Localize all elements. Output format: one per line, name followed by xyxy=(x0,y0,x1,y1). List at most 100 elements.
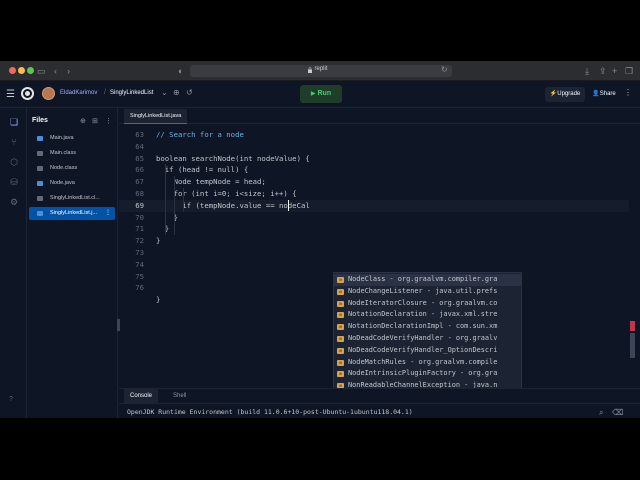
file-name: Node.class xyxy=(50,165,78,171)
share-button[interactable]: 👤Share xyxy=(589,87,619,102)
panel-resize-handle[interactable] xyxy=(117,319,120,331)
code-line[interactable]: 67 Node tempNode = head; xyxy=(119,176,629,188)
more-icon[interactable]: ⋮ xyxy=(105,117,112,125)
more-icon[interactable]: ⋮ xyxy=(624,88,632,97)
file-name: SinglyLinkedList.j... xyxy=(50,210,98,216)
packages-icon[interactable]: ⬡ xyxy=(9,157,19,167)
console-panel[interactable]: OpenJDK Runtime Environment (build 11.0.… xyxy=(119,404,640,418)
autocomplete-item[interactable]: ⚙ NoDeadCodeVerifyHandler - org.graalv xyxy=(334,333,521,345)
autocomplete-item[interactable]: ⚙ NodeIteratorClosure - org.graalvm.co xyxy=(334,298,521,310)
files-icon[interactable]: ❏ xyxy=(9,117,19,127)
code-text: } xyxy=(156,224,170,234)
code-line[interactable]: 70 } xyxy=(119,212,629,224)
autocomplete-item[interactable]: ⚙ NotationDeclarationImpl - com.sun.xm xyxy=(334,321,521,333)
code-line[interactable]: 66 if (head != null) { xyxy=(119,164,629,176)
share-browser-icon[interactable]: ⇪ xyxy=(599,64,607,78)
code-line[interactable]: 69 if (tempNode.value == nodeCal xyxy=(119,199,629,212)
class-icon: ⚙ xyxy=(337,371,344,378)
clear-console-icon[interactable]: ⌫ xyxy=(612,408,623,417)
file-item[interactable]: SinglyLinkedList.cl... xyxy=(29,192,115,205)
reload-icon[interactable]: ↻ xyxy=(441,63,448,77)
lock-icon[interactable]: ⊕ xyxy=(173,88,180,97)
file-more-icon[interactable]: ⋮ xyxy=(105,207,111,220)
code-line[interactable]: 63 // Search for a node xyxy=(119,129,629,141)
file-item[interactable]: Main.java xyxy=(29,132,115,145)
code-line[interactable]: 71 } xyxy=(119,223,629,235)
files-panel: Files ⊕ ⊞ ⋮ Main.java Main.class Node.clas… xyxy=(27,108,118,418)
code-text: // Search for a node xyxy=(156,130,244,139)
code-line[interactable]: 74 xyxy=(119,259,629,271)
code-line[interactable]: 65 boolean searchNode(int nodeValue) { xyxy=(119,153,629,165)
run-button[interactable]: ▶ Run xyxy=(300,85,342,103)
new-folder-icon[interactable]: ⊞ xyxy=(92,117,98,125)
chevron-down-icon[interactable]: ⌄ xyxy=(161,88,168,97)
file-item[interactable]: Node.class xyxy=(29,162,115,175)
line-number: 71 xyxy=(135,224,144,234)
replit-logo[interactable] xyxy=(21,87,34,100)
back-icon[interactable]: ‹ xyxy=(54,64,57,78)
code-line[interactable]: 73 xyxy=(119,247,629,259)
minimize-window-button[interactable] xyxy=(18,67,25,74)
autocomplete-item[interactable]: ⚙ NodeChangeListener - java.util.prefs xyxy=(334,286,521,298)
code-text: for (int i=0; i<size; i++) { xyxy=(156,189,297,198)
new-file-icon[interactable]: ⊕ xyxy=(80,117,86,125)
download-icon[interactable]: ⤓ xyxy=(585,64,589,78)
file-icon xyxy=(37,196,43,201)
tab-singlylinkedlist-java[interactable]: SinglyLinkedList.java xyxy=(124,109,188,124)
upgrade-label: Upgrade xyxy=(557,91,581,97)
file-item[interactable]: SinglyLinkedList.j... ⋮ xyxy=(29,207,115,220)
file-icon xyxy=(37,136,43,141)
menu-icon[interactable]: ☰ xyxy=(6,90,15,100)
class-icon: ⚙ xyxy=(337,324,344,331)
file-item[interactable]: Main.class xyxy=(29,147,115,160)
code-text: boolean searchNode(int nodeValue) { xyxy=(156,153,310,163)
history-icon[interactable]: ↺ xyxy=(186,88,193,97)
autocomplete-label: NodeMatchRules - org.graalvm.compile xyxy=(348,357,498,366)
tab-overview-icon[interactable]: ❐ xyxy=(625,64,633,78)
project-name[interactable]: SinglyLinkedList xyxy=(110,90,153,96)
autocomplete-item[interactable]: ⚙ NodeIntrinsicPluginFactory - org.gra xyxy=(334,368,521,380)
autocomplete-item[interactable]: ⚙ NodeClass - org.graalvm.compiler.gra xyxy=(334,274,521,286)
file-item[interactable]: Node.java xyxy=(29,177,115,190)
file-name: Main.java xyxy=(50,135,74,141)
user-plus-icon: 👤 xyxy=(592,91,600,97)
new-tab-icon[interactable]: + xyxy=(612,64,617,78)
address-bar[interactable]: replit ↻ xyxy=(190,65,452,77)
line-number: 69 xyxy=(135,200,144,210)
code-text: } xyxy=(156,295,161,305)
close-window-button[interactable] xyxy=(9,67,16,74)
database-icon[interactable]: ⛁ xyxy=(9,177,19,187)
forward-icon[interactable]: › xyxy=(67,64,70,78)
code-text: } xyxy=(156,236,161,246)
line-number: 75 xyxy=(135,271,144,281)
line-number: 66 xyxy=(135,165,144,175)
autocomplete-item[interactable]: ⚙ NodeMatchRules - org.graalvm.compile xyxy=(334,357,521,369)
help-icon[interactable]: ? xyxy=(9,396,13,403)
shield-icon[interactable]: ◐ xyxy=(178,64,183,78)
settings-icon[interactable]: ⚙ xyxy=(9,197,19,207)
username-link[interactable]: EldadKarimov xyxy=(60,90,97,96)
sidebar-toggle-icon[interactable]: ▭ xyxy=(37,64,46,78)
version-control-icon[interactable]: ⑂ xyxy=(9,137,19,147)
autocomplete-label: NotationDeclarationImpl - com.sun.xm xyxy=(348,322,498,331)
file-name: Node.java xyxy=(50,180,75,186)
file-name: SinglyLinkedList.cl... xyxy=(50,195,100,201)
maximize-window-button[interactable] xyxy=(27,67,34,74)
autocomplete-item[interactable]: ⚙ NotationDeclaration - javax.xml.stre xyxy=(334,309,521,321)
tab-console[interactable]: Console xyxy=(124,389,159,404)
search-icon[interactable]: ⌕ xyxy=(599,408,603,418)
line-number: 76 xyxy=(135,283,144,293)
upgrade-button[interactable]: ⚡Upgrade xyxy=(545,87,585,102)
console-prompt-line[interactable]: > xyxy=(127,416,139,418)
code-line[interactable]: 68 for (int i=0; i<size; i++) { xyxy=(119,188,629,200)
code-line[interactable]: 72} xyxy=(119,235,629,247)
tab-shell[interactable]: Shell xyxy=(167,389,192,404)
code-line[interactable]: 64 xyxy=(119,141,629,153)
code-text: if (head != null) { xyxy=(156,165,249,175)
url-text: replit xyxy=(314,66,328,72)
avatar[interactable] xyxy=(42,87,55,100)
file-icon xyxy=(37,166,43,171)
scrollbar-thumb[interactable] xyxy=(630,333,635,358)
class-icon: ⚙ xyxy=(337,359,344,366)
autocomplete-item[interactable]: ⚙ NoDeadCodeVerifyHandler_OptionDescri xyxy=(334,345,521,357)
